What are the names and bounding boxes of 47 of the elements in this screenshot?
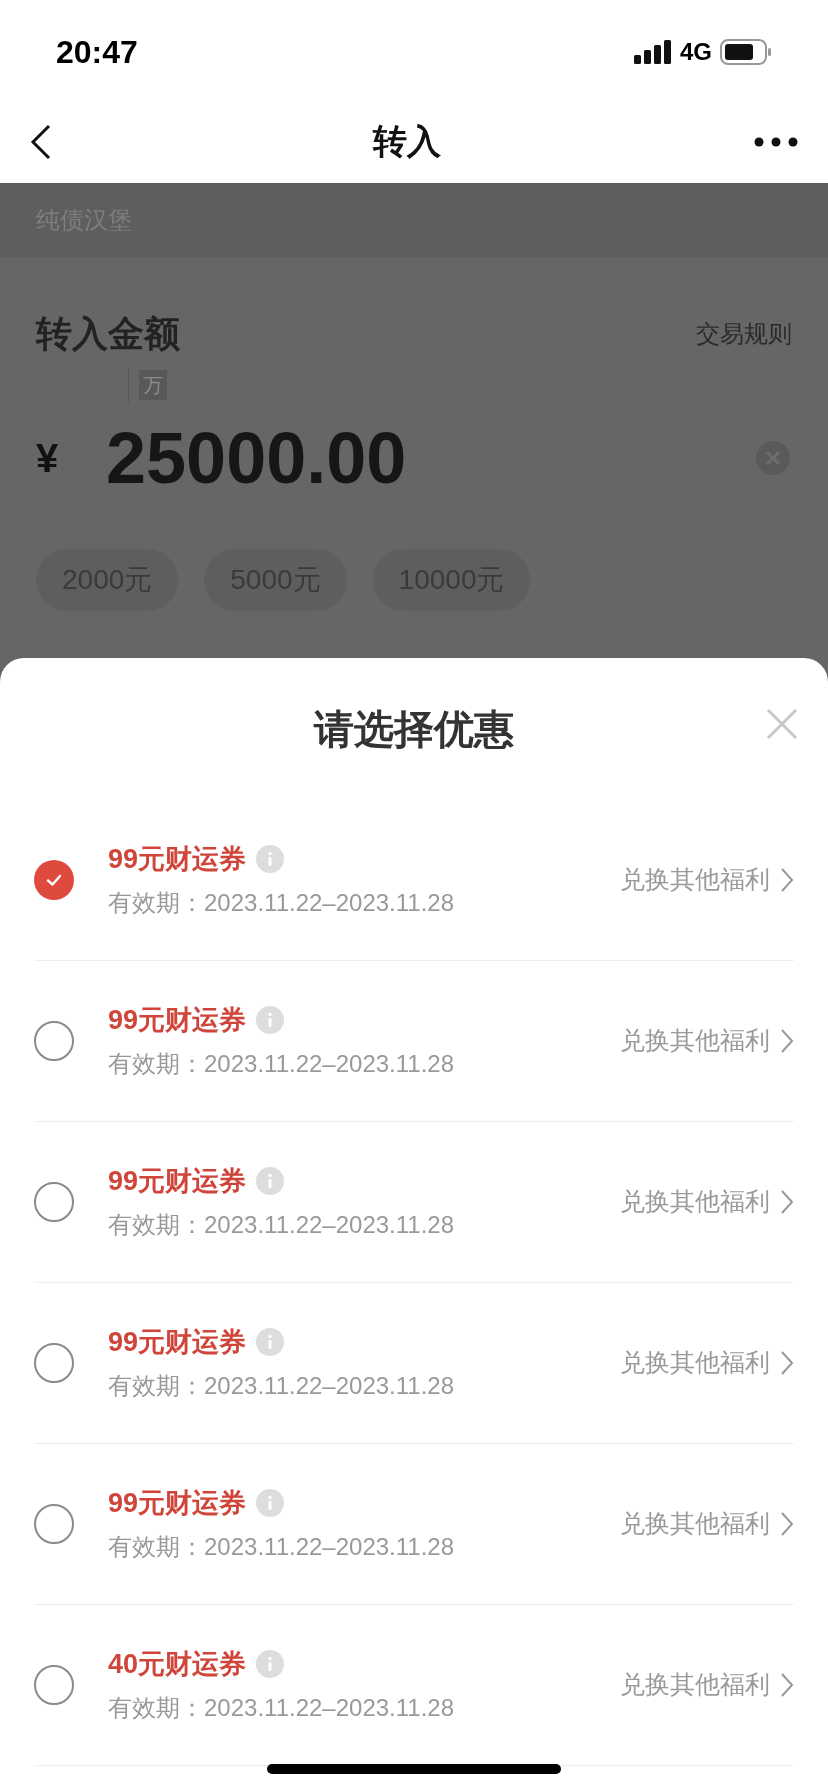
- coupon-title: 99元财运券: [108, 1165, 247, 1198]
- radio-button[interactable]: [34, 1021, 74, 1061]
- validity-date: 有效期：2023.11.22–2023.11.28: [108, 888, 456, 918]
- radio-button[interactable]: [34, 1665, 74, 1705]
- signal-icon: [634, 40, 672, 64]
- exchange-link[interactable]: 兑换其他福利: [620, 1022, 794, 1060]
- info-icon: [256, 1489, 285, 1517]
- validity-date: 有效期：2023.11.22–2023.11.28: [108, 1693, 456, 1723]
- validity-date: 有效期：2023.11.22–2023.11.28: [108, 1210, 456, 1240]
- coupon-title: 99元财运券: [108, 1004, 247, 1037]
- exchange-link[interactable]: 兑换其他福利: [620, 1666, 794, 1704]
- checked-radio[interactable]: [34, 860, 74, 900]
- coupon-title: 99元财运券: [108, 1487, 247, 1520]
- radio-button[interactable]: [34, 1504, 74, 1544]
- amount-input[interactable]: 25000.00: [106, 404, 407, 512]
- info-icon: [256, 1006, 285, 1034]
- coupon-title: 40元财运券: [108, 1648, 247, 1681]
- info-icon: [256, 845, 285, 873]
- info-icon: [256, 1167, 285, 1195]
- page-title: 转入: [373, 121, 441, 162]
- radio-button[interactable]: [34, 1343, 74, 1383]
- chevron-right-icon: [780, 1189, 794, 1215]
- exchange-link[interactable]: 兑换其他福利: [620, 861, 794, 899]
- rules-link[interactable]: 交易规则: [696, 316, 792, 352]
- chevron-right-icon: [780, 867, 794, 893]
- currency-symbol: ¥: [36, 435, 60, 482]
- chevron-right-icon: [780, 1672, 794, 1698]
- status-time: 20:47: [56, 33, 138, 72]
- exchange-link[interactable]: 兑换其他福利: [620, 1183, 794, 1221]
- validity-date: 有效期：2023.11.22–2023.11.28: [108, 1371, 456, 1401]
- info-icon: [256, 1650, 285, 1678]
- validity-date: 有效期：2023.11.22–2023.11.28: [108, 1049, 456, 1079]
- battery-icon: [720, 39, 772, 65]
- coupon-title: 99元财运券: [108, 843, 247, 876]
- amount-label: 转入金额: [36, 312, 180, 356]
- exchange-link[interactable]: 兑换其他福利: [620, 1344, 794, 1382]
- validity-date: 有效期：2023.11.22–2023.11.28: [108, 1532, 456, 1562]
- info-icon: [256, 1328, 285, 1356]
- chevron-right-icon: [780, 1511, 794, 1537]
- sheet-title: 请选择优惠: [314, 706, 514, 753]
- exchange-link[interactable]: 兑换其他福利: [620, 1505, 794, 1543]
- chevron-right-icon: [780, 1350, 794, 1376]
- more-button[interactable]: [754, 135, 798, 148]
- chevron-right-icon: [780, 1028, 794, 1054]
- radio-button[interactable]: [34, 1182, 74, 1222]
- coupon-title: 99元财运券: [108, 1326, 247, 1359]
- network-label: 4G: [680, 37, 712, 67]
